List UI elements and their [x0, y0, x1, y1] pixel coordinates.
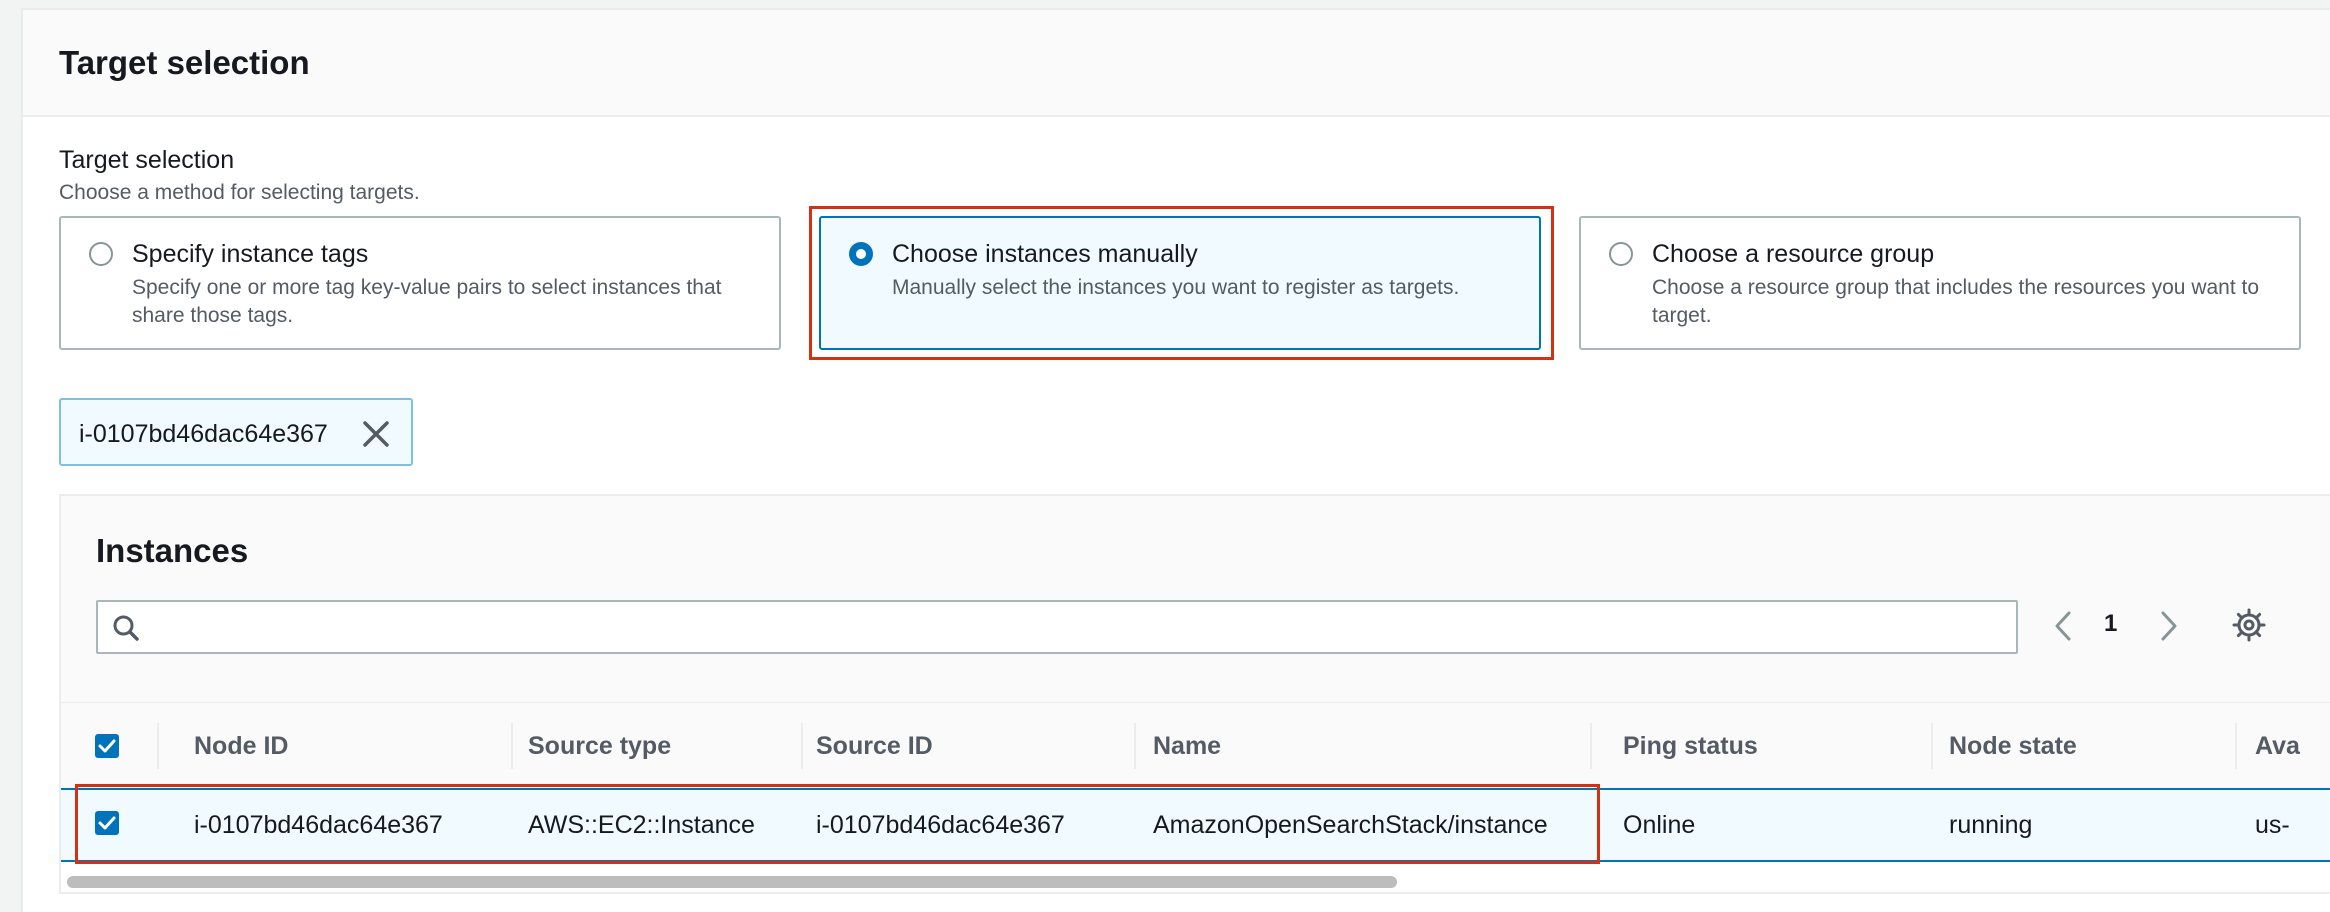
- column-header-source-id[interactable]: Source ID: [816, 703, 933, 789]
- column-header-source-type[interactable]: Source type: [528, 703, 671, 789]
- cell-source-id: i-0107bd46dac64e367: [816, 811, 1065, 839]
- cell-node-state: running: [1949, 811, 2033, 839]
- close-icon[interactable]: [361, 419, 391, 449]
- selected-instance-token: i-0107bd46dac64e367: [59, 398, 413, 466]
- horizontal-scrollbar[interactable]: [67, 876, 1397, 888]
- cell-availability: us-: [2255, 811, 2290, 839]
- table-header: Node ID Source type Source ID Name Ping …: [61, 702, 2330, 791]
- checkmark-icon: [98, 739, 116, 753]
- radio-choose-instances-manually[interactable]: [849, 242, 873, 266]
- column-divider: [1590, 723, 1592, 769]
- page-number[interactable]: 1: [2104, 610, 2117, 638]
- select-all-checkbox[interactable]: [95, 734, 119, 758]
- token-label: i-0107bd46dac64e367: [79, 420, 328, 448]
- column-header-node-id[interactable]: Node ID: [194, 703, 288, 789]
- tile-description: Manually select the instances you want t…: [892, 276, 1460, 299]
- instances-title: Instances: [96, 532, 249, 569]
- field-description: Choose a method for selecting targets.: [59, 181, 420, 204]
- cell-ping-status: Online: [1623, 811, 1696, 839]
- tile-description: Choose a resource group that includes th…: [1652, 276, 2260, 327]
- gear-icon[interactable]: [2232, 608, 2266, 642]
- column-divider: [1931, 723, 1933, 769]
- column-header-availability[interactable]: Ava: [2255, 703, 2300, 789]
- tile-specify-instance-tags[interactable]: Specify instance tags Specify one or mor…: [59, 216, 781, 350]
- radio-specify-instance-tags[interactable]: [89, 242, 113, 266]
- cell-source-type: AWS::EC2::Instance: [528, 811, 755, 839]
- column-divider: [2235, 723, 2237, 769]
- panel-header: Target selection: [23, 10, 2330, 117]
- column-divider: [801, 723, 803, 769]
- field-label: Target selection: [59, 146, 235, 174]
- chevron-right-icon[interactable]: [2157, 609, 2181, 643]
- tile-title: Choose instances manually: [892, 240, 1198, 268]
- cell-node-id: i-0107bd46dac64e367: [194, 811, 443, 839]
- column-divider: [1134, 723, 1136, 769]
- chevron-left-icon[interactable]: [2051, 609, 2075, 643]
- cell-name: AmazonOpenSearchStack/instance: [1153, 811, 1548, 839]
- tile-title: Specify instance tags: [132, 240, 369, 268]
- checkmark-icon: [98, 816, 116, 830]
- column-divider: [511, 723, 513, 769]
- instances-table-container: Instances 1 Node ID Source type Source I…: [59, 494, 2330, 894]
- tile-choose-instances-manually[interactable]: Choose instances manually Manually selec…: [819, 216, 1541, 350]
- radio-choose-resource-group[interactable]: [1609, 242, 1633, 266]
- column-header-node-state[interactable]: Node state: [1949, 703, 2077, 789]
- search-icon: [113, 615, 139, 641]
- search-input[interactable]: [96, 600, 2018, 654]
- column-divider: [157, 723, 159, 769]
- instances-header: Instances 1: [61, 496, 2330, 702]
- column-header-name[interactable]: Name: [1153, 703, 1221, 789]
- tile-description: Specify one or more tag key-value pairs …: [132, 276, 722, 327]
- table-row[interactable]: i-0107bd46dac64e367 AWS::EC2::Instance i…: [61, 788, 2330, 862]
- panel-title: Target selection: [59, 44, 310, 81]
- tile-choose-resource-group[interactable]: Choose a resource group Choose a resourc…: [1579, 216, 2301, 350]
- column-header-ping-status[interactable]: Ping status: [1623, 703, 1758, 789]
- target-selection-panel: Target selection Target selection Choose…: [21, 8, 2330, 912]
- tile-title: Choose a resource group: [1652, 240, 1935, 268]
- row-checkbox[interactable]: [95, 811, 119, 835]
